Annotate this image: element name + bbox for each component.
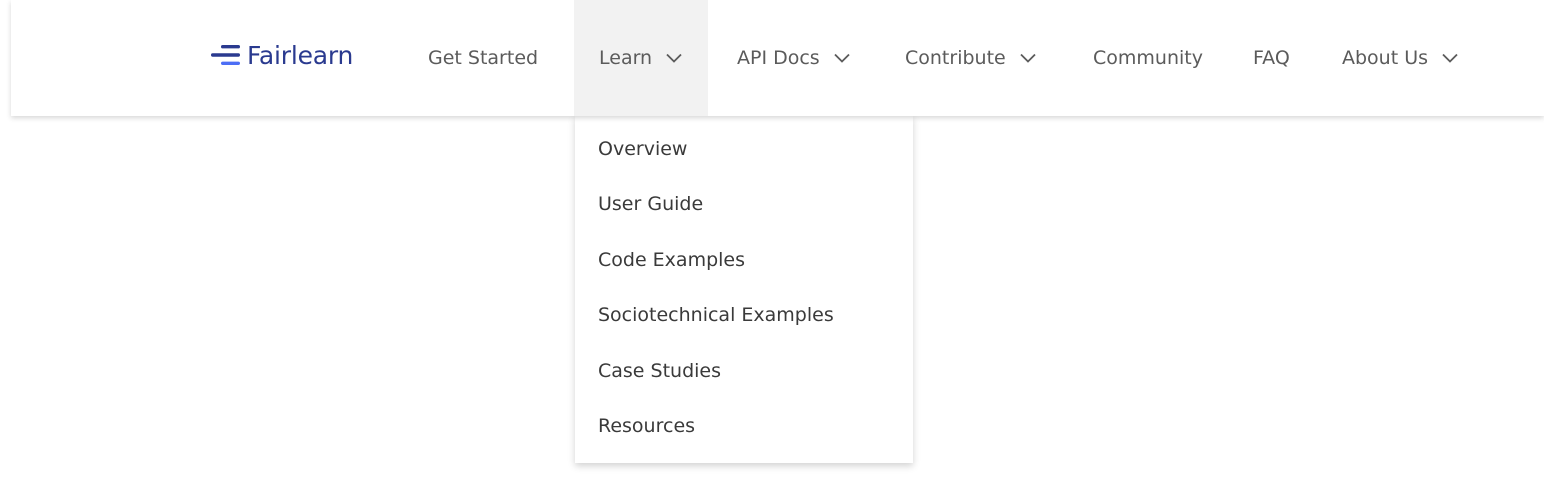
nav-contribute[interactable]: Contribute	[905, 0, 1036, 116]
chevron-down-icon	[834, 53, 850, 63]
nav-learn[interactable]: Learn	[574, 0, 708, 116]
menu-item-case-studies[interactable]: Case Studies	[598, 359, 721, 383]
fairlearn-logo[interactable]: Fairlearn	[211, 38, 353, 72]
nav-get-started[interactable]: Get Started	[428, 0, 538, 116]
menu-item-user-guide[interactable]: User Guide	[598, 192, 703, 216]
nav-about-us[interactable]: About Us	[1342, 0, 1458, 116]
nav-about-us-label: About Us	[1342, 47, 1429, 69]
chevron-down-icon	[666, 53, 682, 63]
menu-item-code-examples[interactable]: Code Examples	[598, 248, 745, 272]
top-navbar: Fairlearn Get Started Learn API Docs Con…	[11, 0, 1544, 116]
menu-item-sociotechnical-examples[interactable]: Sociotechnical Examples	[598, 303, 834, 327]
nav-faq-label: FAQ	[1253, 47, 1290, 69]
nav-community[interactable]: Community	[1093, 0, 1203, 116]
brand-name: Fairlearn	[247, 40, 354, 70]
nav-get-started-label: Get Started	[428, 47, 539, 69]
nav-api-docs[interactable]: API Docs	[737, 0, 850, 116]
menu-item-overview[interactable]: Overview	[598, 137, 687, 161]
nav-contribute-label: Contribute	[905, 47, 1006, 69]
nav-faq[interactable]: FAQ	[1253, 0, 1290, 116]
menu-item-resources[interactable]: Resources	[598, 414, 695, 438]
nav-community-label: Community	[1093, 47, 1203, 69]
fairlearn-logo-icon	[211, 45, 240, 65]
chevron-down-icon	[1442, 53, 1458, 63]
chevron-down-icon	[1020, 53, 1036, 63]
nav-api-docs-label: API Docs	[737, 47, 820, 69]
learn-dropdown-menu: Overview User Guide Code Examples Sociot…	[575, 116, 913, 463]
nav-learn-label: Learn	[599, 47, 653, 69]
